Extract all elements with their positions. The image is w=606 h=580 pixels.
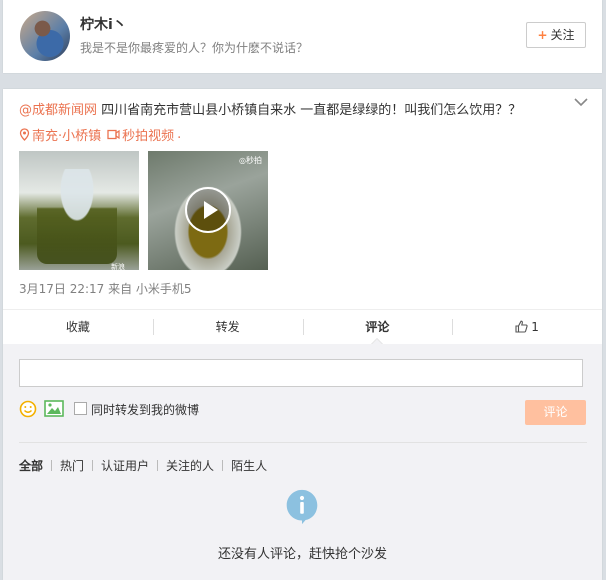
location-trail: . (177, 127, 182, 142)
comment-button[interactable]: 评论 (302, 310, 453, 344)
follow-label: 关注 (550, 28, 575, 42)
post-card: @成都新闻网 四川省南充市营山县小桥镇自来水 一直都是绿绿的！叫我们怎么饮用？？… (3, 89, 602, 580)
forward-checkbox[interactable] (74, 402, 87, 415)
comment-section: 同时转发到我的微博 评论 全部 热门 认证用户 关注的人 陌生人 还没有人评论，… (3, 344, 602, 580)
video-link[interactable]: 秒拍视频 (122, 125, 174, 144)
picture-icon[interactable] (44, 400, 64, 417)
avatar[interactable] (20, 11, 70, 61)
comment-filters: 全部 热门 认证用户 关注的人 陌生人 (19, 457, 275, 474)
post-body: 四川省南充市营山县小桥镇自来水 一直都是绿绿的！叫我们怎么饮用？？ (97, 103, 522, 118)
filter-all[interactable]: 全部 (19, 457, 51, 474)
image-watermark: 新浪 (111, 263, 125, 270)
location-link[interactable]: 南充·小桥镇 (32, 125, 101, 144)
video-watermark: ◎秒拍 (239, 156, 262, 165)
filter-following[interactable]: 关注的人 (158, 457, 222, 474)
post-video-thumbnail[interactable]: ◎秒拍 (148, 151, 268, 270)
filter-strangers[interactable]: 陌生人 (223, 457, 275, 474)
favorite-button[interactable]: 收藏 (3, 310, 153, 344)
video-icon (107, 129, 120, 140)
follow-button[interactable]: + 关注 (526, 22, 586, 48)
plus-icon: + (537, 28, 548, 42)
info-icon (286, 489, 318, 525)
like-count: 1 (531, 320, 539, 334)
repost-button[interactable]: 转发 (152, 310, 303, 344)
location-pin-icon (19, 128, 30, 141)
like-button[interactable]: 1 (452, 310, 602, 344)
forward-label: 同时转发到我的微博 (91, 403, 200, 417)
comment-input[interactable] (19, 359, 583, 387)
post-text: @成都新闻网 四川省南充市营山县小桥镇自来水 一直都是绿绿的！叫我们怎么饮用？？ (19, 102, 579, 120)
post-meta[interactable]: 3月17日 22:17 来自 小米手机5 (19, 280, 192, 297)
post-image-thumbnail[interactable]: 新浪 (19, 151, 139, 270)
divider (19, 442, 587, 443)
play-icon[interactable] (185, 187, 231, 233)
thumbs-up-icon (515, 320, 528, 333)
water-glass-image (37, 169, 117, 264)
smiley-icon[interactable] (19, 400, 37, 418)
submit-comment-button[interactable]: 评论 (525, 400, 586, 425)
mention-link[interactable]: @成都新闻网 (19, 103, 97, 118)
profile-name[interactable]: 柠木i丶 (80, 14, 127, 34)
profile-bio: 我是不是你最疼爱的人？你为什麽不说话？ (80, 41, 309, 55)
post-tags: 南充·小桥镇 秒拍视频 . (19, 125, 181, 144)
empty-comments-message: 还没有人评论，赶快抢个沙发 (217, 547, 387, 562)
profile-card: 柠木i丶 我是不是你最疼爱的人？你为什麽不说话？ + 关注 (3, 0, 602, 73)
action-bar: 收藏 转发 评论 1 (3, 309, 602, 344)
filter-hot[interactable]: 热门 (52, 457, 92, 474)
filter-verified[interactable]: 认证用户 (93, 457, 157, 474)
